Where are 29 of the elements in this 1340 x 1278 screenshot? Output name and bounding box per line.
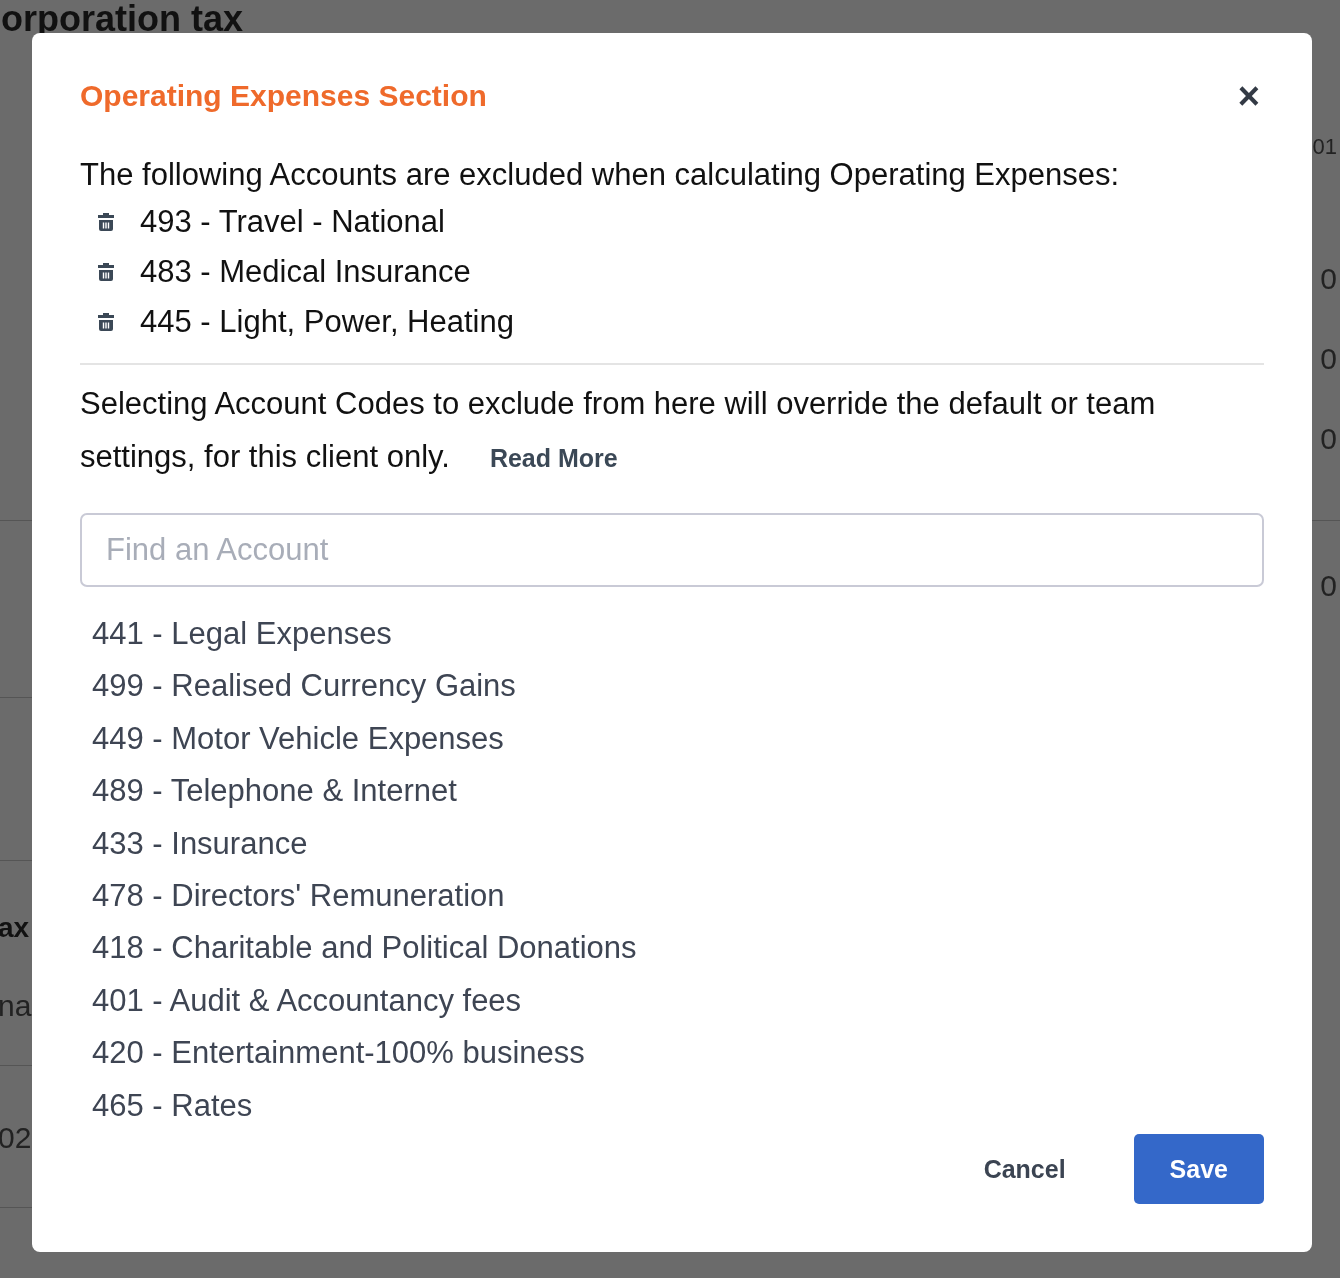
background-text: 0 bbox=[1320, 424, 1337, 454]
override-note: Selecting Account Codes to exclude from here will override the default or team settings, for this client only. Read More bbox=[80, 377, 1264, 485]
intro-text: The following Accounts are excluded when calculating Operating Expenses: bbox=[80, 157, 1121, 193]
background-text: na bbox=[0, 991, 32, 1021]
excluded-account: 493 - Travel - National bbox=[140, 204, 445, 240]
search-field[interactable]: Find an Account bbox=[80, 513, 1264, 587]
account-option[interactable]: 433 - Insurance bbox=[92, 818, 1264, 871]
account-option[interactable]: 449 - Motor Vehicle Expenses bbox=[92, 713, 1264, 767]
dialog-title: Operating Expenses Section bbox=[80, 79, 487, 113]
cancel-button[interactable]: Cancel bbox=[963, 1134, 1086, 1204]
account-option[interactable]: 418 - Charitable and Political Donations bbox=[92, 923, 1264, 976]
page-heading: orporation tax bbox=[1, 1, 243, 37]
account-option[interactable]: 489 - Telephone & Internet bbox=[92, 766, 1264, 819]
read-more-link[interactable]: Read More bbox=[489, 432, 618, 485]
account-option[interactable]: 401 - Audit & Accountancy fees bbox=[92, 975, 1264, 1029]
excluded-account: 445 - Light, Power, Heating bbox=[140, 304, 514, 340]
background-text: 0 bbox=[1320, 264, 1337, 294]
background-text: 0 bbox=[1320, 571, 1337, 601]
background-text: 02 bbox=[0, 1123, 32, 1153]
excluded-account: 483 - Medical Insurance bbox=[140, 254, 471, 290]
account-option[interactable]: 441 - Legal Expenses bbox=[92, 609, 1264, 662]
account-option[interactable]: 499 - Realised Currency Gains bbox=[92, 661, 1264, 714]
background-text: 01 bbox=[1312, 136, 1337, 158]
close-button[interactable]: × bbox=[1233, 77, 1264, 115]
account-option[interactable]: 420 - Entertainment-100% business bbox=[92, 1028, 1264, 1081]
save-button[interactable]: Save bbox=[1133, 1134, 1264, 1204]
background-text: 0 bbox=[1320, 344, 1337, 374]
account-option[interactable]: 465 - Rates bbox=[92, 1080, 1264, 1133]
account-option[interactable]: 478 - Directors' Remuneration bbox=[92, 870, 1264, 924]
